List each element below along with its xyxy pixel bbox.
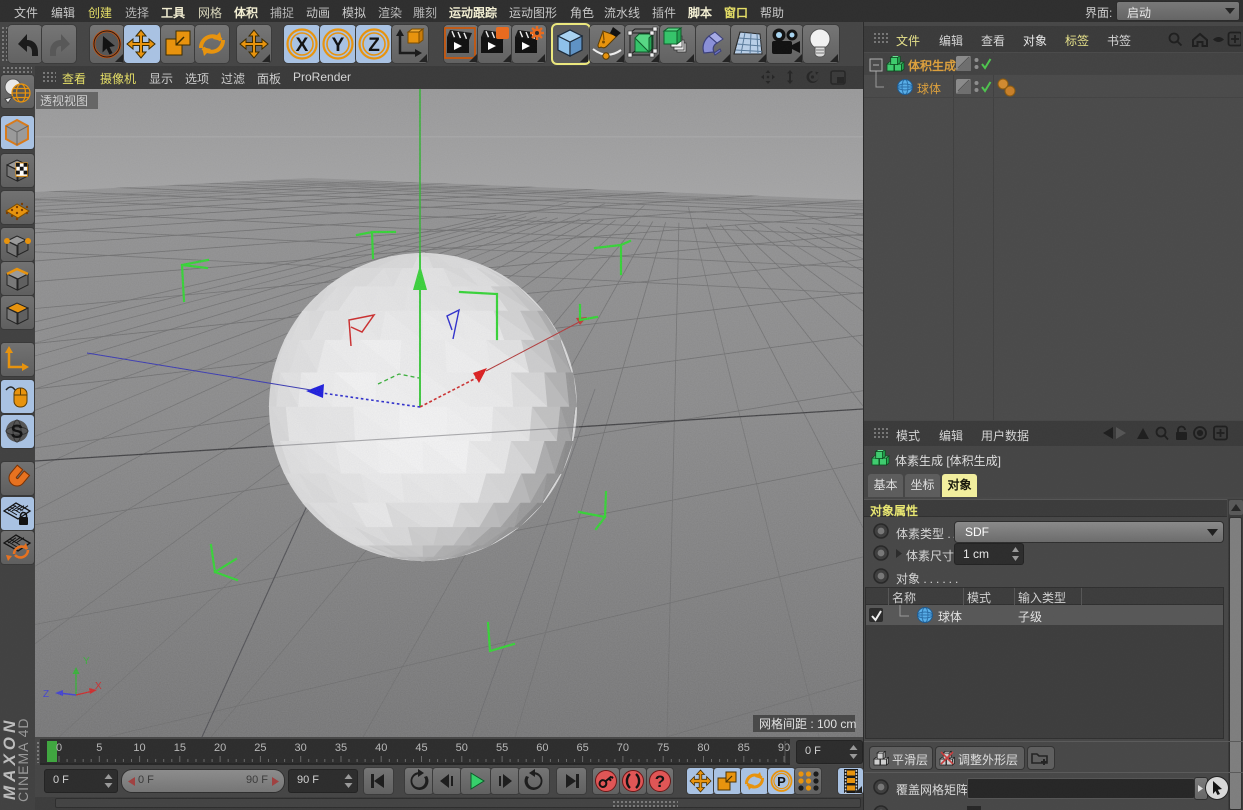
svg-text:Y: Y	[332, 35, 345, 56]
svg-text:P: P	[777, 774, 786, 789]
svg-text:透视视图: 透视视图	[40, 93, 88, 108]
svg-text:网格间距 : 100 cm: 网格间距 : 100 cm	[759, 716, 856, 731]
svg-text:S: S	[11, 422, 24, 443]
svg-text:Z: Z	[368, 35, 380, 56]
svg-text:?: ?	[655, 772, 665, 791]
svg-text:X: X	[296, 35, 309, 56]
